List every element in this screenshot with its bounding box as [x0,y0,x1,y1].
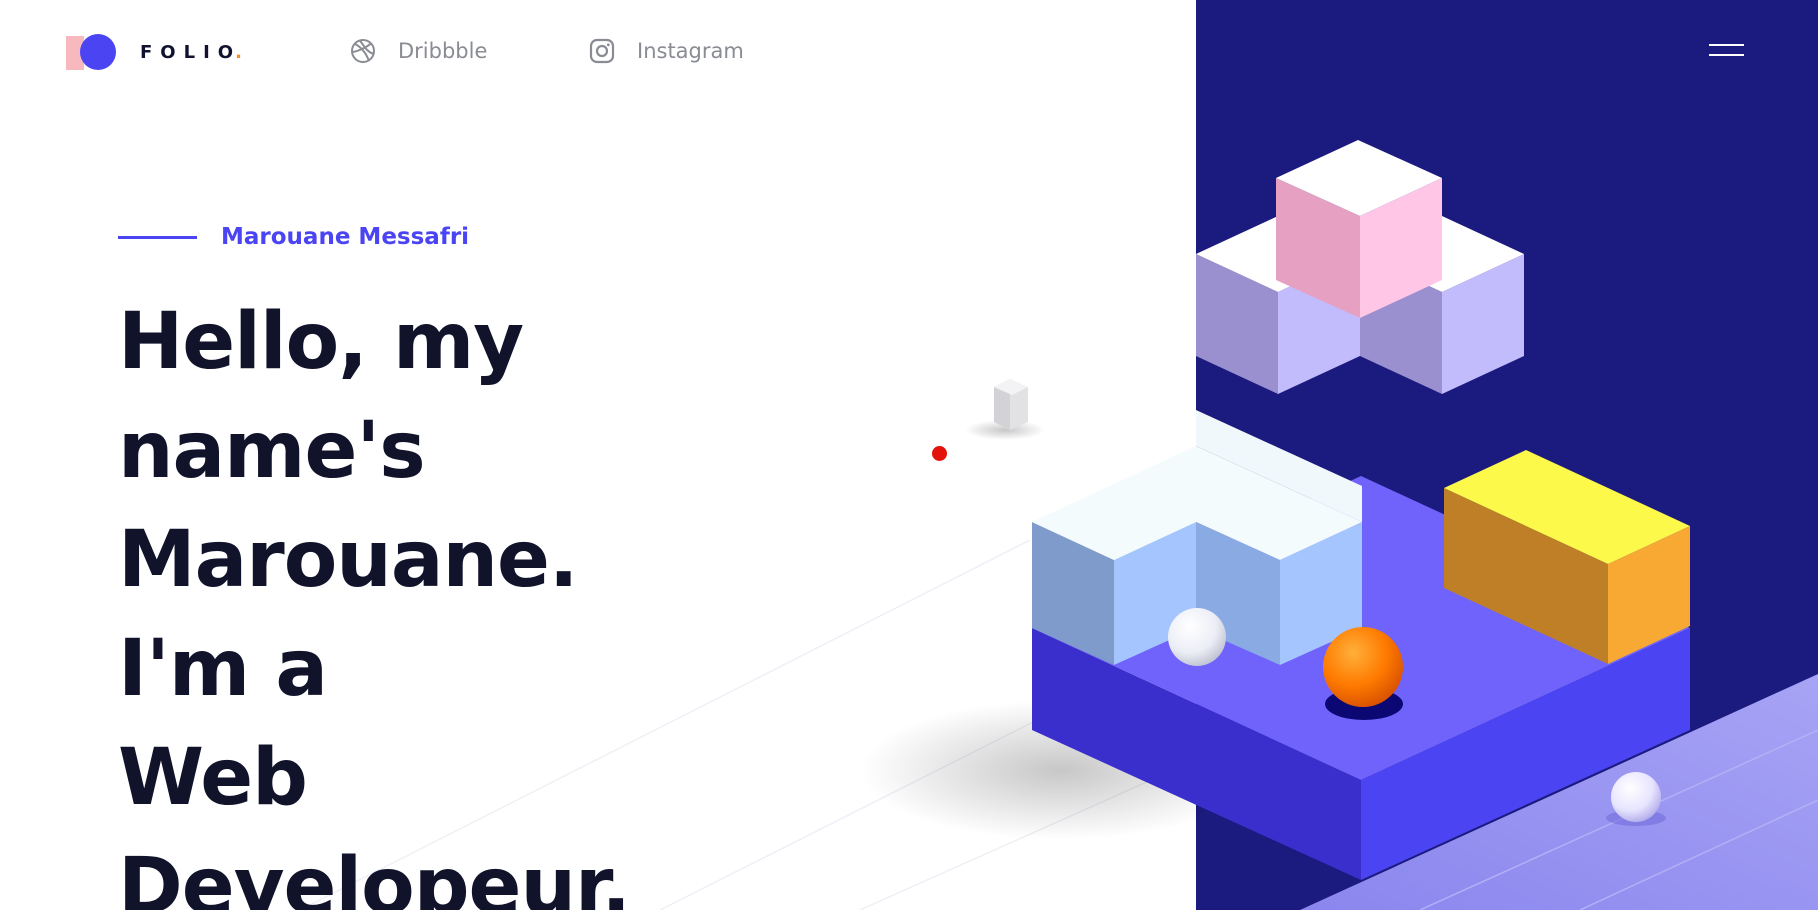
hamburger-menu-icon[interactable] [1706,40,1746,62]
hero-line: Marouane. [118,515,579,605]
portfolio-page: FOLIO . Dribbble Instagram Marouane Mess… [0,0,1818,910]
dribbble-label: Dribbble [398,39,488,63]
hero-line: name's [118,406,426,496]
author-name: Marouane Messafri [221,224,470,250]
instagram-icon [589,38,615,64]
cursor-dot [932,446,947,461]
orange-ball [1323,627,1403,707]
hero-line: I'm a [118,624,328,714]
dribbble-icon [351,39,375,63]
dribbble-link[interactable]: Dribbble [350,38,487,64]
floating-grey-cube [994,379,1028,430]
logo[interactable]: FOLIO . [66,32,242,72]
hero-eyebrow: Marouane Messafri [118,224,469,250]
hero-heading: Hello, my name's Marouane. I'm a Web Dev… [118,288,938,910]
hero-line: Hello, my [118,297,524,387]
instagram-label: Instagram [637,39,744,63]
instagram-link[interactable]: Instagram [589,38,744,64]
logo-mark-icon [66,32,120,72]
small-lavender-ball [1611,772,1661,822]
eyebrow-line [118,235,197,239]
hero-line: Developeur. [118,842,631,910]
hero-line: Web [118,733,308,823]
logo-dot: . [235,41,242,63]
white-ball [1168,608,1226,666]
logo-text: FOLIO [140,41,242,63]
